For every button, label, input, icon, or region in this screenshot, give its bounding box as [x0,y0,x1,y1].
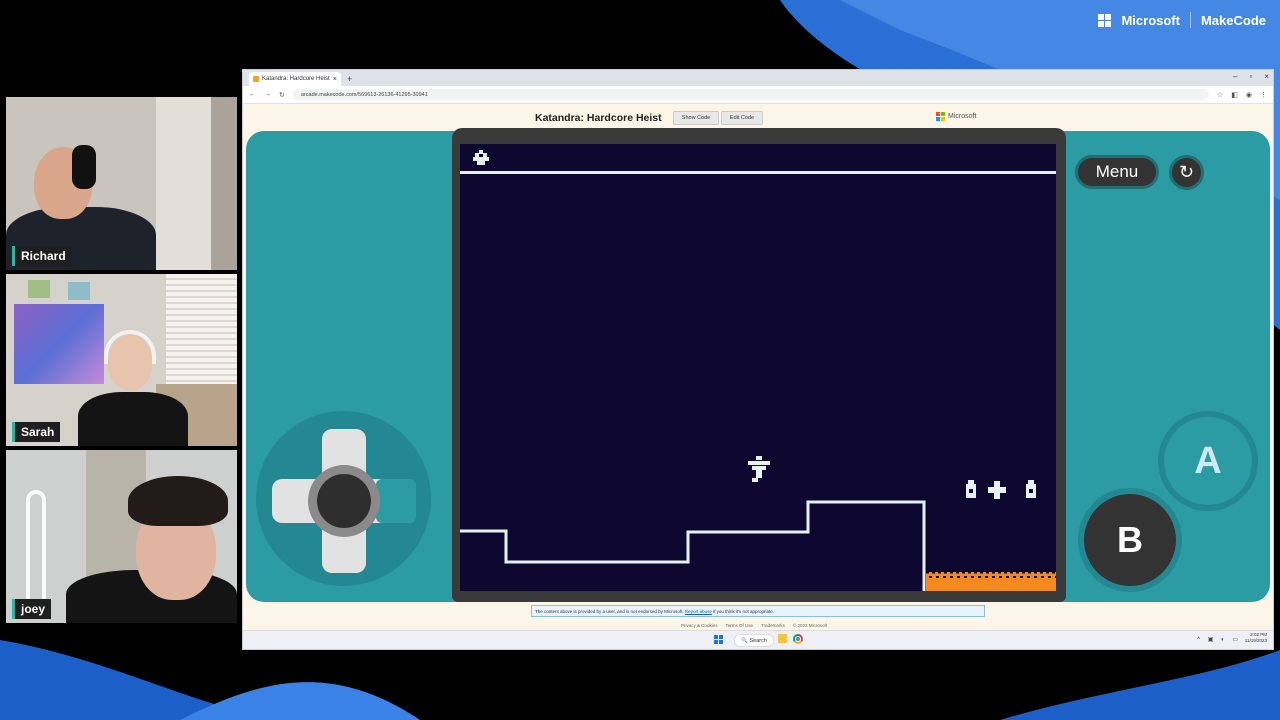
privacy-link[interactable]: Privacy & Cookies [681,623,718,628]
game-console: Menu ↻ A B [246,128,1270,602]
brand-divider [1189,12,1191,28]
back-icon[interactable]: ← [249,91,256,98]
participant-nameplate: Richard [12,246,72,266]
disclaimer-text: The content above is provided by a user,… [535,608,684,614]
file-explorer-icon[interactable] [778,634,787,643]
tab-bar: Katandra: Hardcore Heist × + – ▫ × [243,70,1273,86]
windows-taskbar: 🔍 Search ^ ▣ ◐ ▭ 2:02 PM 11/19/2023 [243,630,1273,649]
reset-game-button[interactable]: ↻ [1169,155,1204,190]
person-body [78,392,188,446]
show-code-button[interactable]: Show Code [673,111,719,125]
trademarks-link[interactable]: Trademarks [761,623,785,628]
headphones-icon [104,330,156,364]
menu-button[interactable]: Menu [1075,155,1159,189]
extensions-icon[interactable]: ◧ [1231,91,1238,99]
taskbar-search[interactable]: 🔍 Search [734,634,774,647]
doorframe [211,97,237,270]
window-controls: – ▫ × [1233,72,1269,81]
close-window-button[interactable]: × [1264,72,1269,81]
wall-art [28,280,50,298]
participant-nameplate: Sarah [12,422,61,442]
tapestry [14,304,104,384]
system-tray-icons[interactable]: ^ ▣ ◐ ▭ [1197,636,1241,643]
lava-pit [926,568,1056,591]
person-hair [128,476,228,526]
game-screen[interactable] [460,144,1056,591]
windows-start-icon[interactable] [714,635,723,644]
a-button[interactable]: A [1158,411,1258,511]
brand-company: Microsoft [1121,12,1180,28]
clock-date: 11/19/2023 [1244,638,1267,643]
copyright-text: © 2023 Microsoft [792,623,827,628]
webcam-richard: Richard [6,97,237,270]
new-tab-button[interactable]: + [347,74,352,84]
webcam-sarah: Sarah [6,274,237,446]
microsoft-label: Microsoft [948,113,977,120]
browser-menu-icon[interactable]: ⋮ [1260,91,1267,99]
browser-window: Katandra: Hardcore Heist × + – ▫ × ← → ↻… [243,70,1273,649]
hud-divider [460,171,1056,174]
stream-brand: Microsoft MakeCode [1098,12,1266,28]
report-abuse-link[interactable]: Report abuse [685,609,712,614]
edit-code-button[interactable]: Edit Code [721,111,763,125]
search-label: Search [749,637,767,644]
refresh-icon: ↻ [1178,162,1195,182]
makecode-favicon-icon [253,76,259,82]
fan-tower [26,490,46,610]
makecode-page: Katandra: Hardcore Heist Show Code Edit … [243,104,1273,649]
forward-icon[interactable]: → [264,91,271,98]
microsoft-logo-icon [936,112,945,121]
profile-icon[interactable]: ◉ [1246,91,1252,99]
minimize-button[interactable]: – [1233,72,1237,81]
window-blinds [166,274,237,394]
microsoft-header-logo[interactable]: Microsoft [936,112,976,121]
browser-tab[interactable]: Katandra: Hardcore Heist × [249,72,341,86]
maximize-button[interactable]: ▫ [1249,72,1252,81]
clock[interactable]: 2:02 PM 11/19/2023 [1245,632,1267,644]
dpad[interactable] [264,421,424,581]
b-button[interactable]: B [1078,488,1182,592]
user-content-disclaimer: The content above is provided by a user,… [531,605,985,617]
headphones-icon [72,145,96,189]
microsoft-logo-icon [1098,13,1112,27]
brand-product: MakeCode [1200,12,1266,28]
bookmark-star-icon[interactable]: ☆ [1217,91,1223,99]
url-field[interactable]: arcade.makecode.com/569613-26136-41295-3… [292,89,1209,100]
url-text: arcade.makecode.com/569613-26136-41295-3… [300,91,428,98]
footer-links: Privacy & Cookies Terms Of Use Trademark… [681,623,827,628]
game-title: Katandra: Hardcore Heist [535,112,662,124]
participant-nameplate: joey [12,599,52,619]
disclaimer-tail: if you think it's not appropriate. [713,608,775,614]
address-bar-row: ← → ↻ arcade.makecode.com/569613-26136-4… [243,86,1273,104]
webcam-joey: joey [6,450,237,623]
reload-icon[interactable]: ↻ [279,91,285,99]
wall-art [68,282,90,300]
tab-title: Katandra: Hardcore Heist [262,76,330,82]
chrome-icon[interactable] [793,634,803,644]
terms-link[interactable]: Terms Of Use [726,623,754,628]
close-tab-icon[interactable]: × [333,76,337,83]
